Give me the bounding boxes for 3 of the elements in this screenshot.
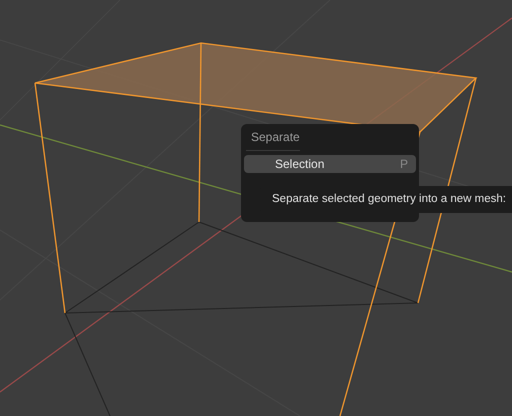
menu-title: Separate <box>246 124 300 151</box>
menu-item[interactable]: Selection P <box>244 155 416 173</box>
tooltip-text: Separate selected geometry into a new mesh: <box>272 192 506 207</box>
